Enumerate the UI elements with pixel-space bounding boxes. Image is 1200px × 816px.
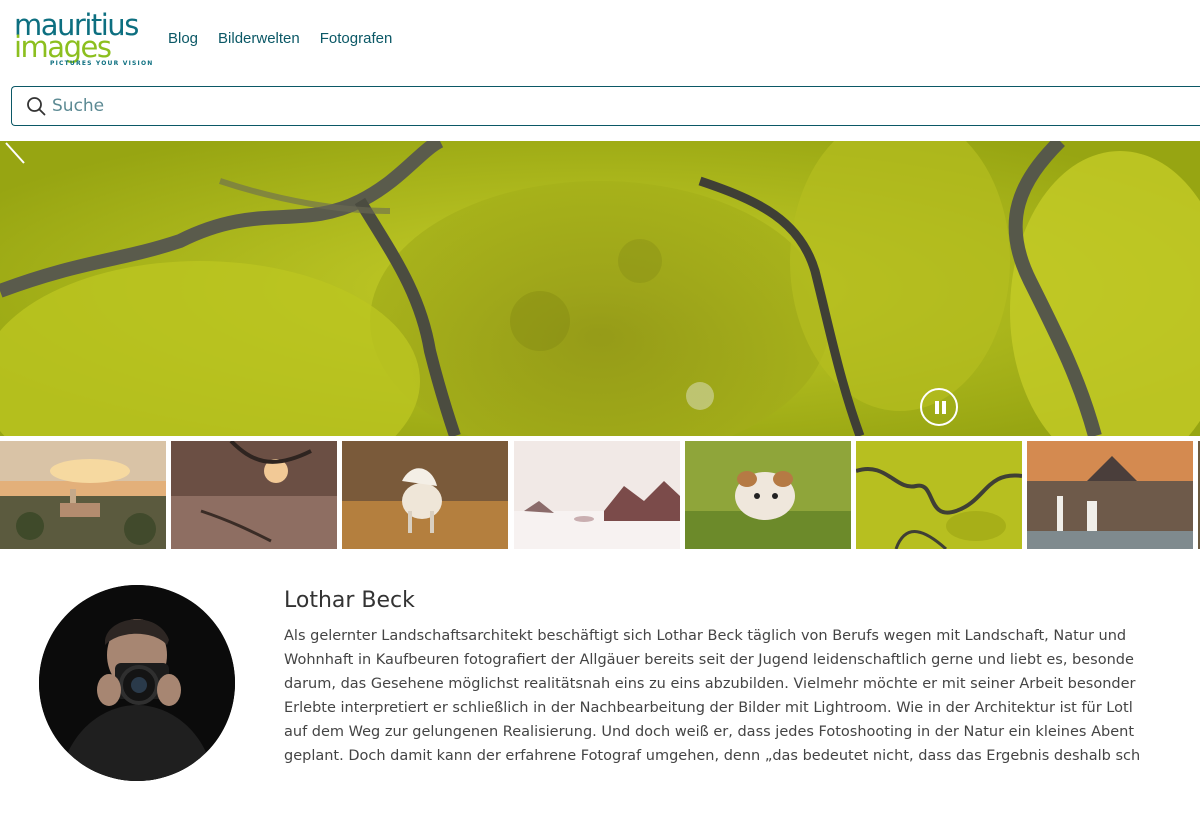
thumbnail-aerial-river[interactable]: [856, 441, 1022, 549]
search-icon[interactable]: [26, 96, 46, 116]
thumbnail-town-sunset[interactable]: [0, 441, 166, 549]
mauritius-images-logo[interactable]: mauritius images PICTURES YOUR VISION: [14, 11, 152, 69]
thumbnail-tree-lake[interactable]: [171, 441, 337, 549]
nav-link-blog[interactable]: Blog: [168, 30, 198, 47]
pause-button[interactable]: [920, 388, 958, 426]
bio-line: Als gelernter Landschaftsarchitekt besch…: [284, 628, 1127, 644]
nav-link-fotografen[interactable]: Fotografen: [320, 30, 393, 47]
bio-line: geplant. Doch damit kann der erfahrene F…: [284, 748, 1141, 764]
search-input[interactable]: [52, 92, 1152, 120]
nav-link-bilderwelten[interactable]: Bilderwelten: [218, 30, 300, 47]
pause-icon-bar: [942, 401, 946, 414]
photographer-bio: Als gelernter Landschaftsarchitekt besch…: [284, 624, 1200, 768]
bio-line: darum, das Gesehene möglichst realitätsn…: [284, 676, 1136, 692]
bio-line: Erlebte interpretiert er schließlich in …: [284, 700, 1133, 716]
bio-line: Wohnhaft in Kaufbeuren fotografiert der …: [284, 652, 1134, 668]
main-nav: Blog Bilderwelten Fotografen: [168, 30, 392, 47]
thumbnail-kirkjufell-waterfall[interactable]: [1027, 441, 1193, 549]
photographer-avatar: [39, 585, 235, 781]
chevron-left-icon[interactable]: [0, 141, 30, 171]
photographer-name: Lothar Beck: [284, 588, 415, 613]
search-bar: [11, 86, 1200, 126]
logo-text-line2: images: [14, 30, 112, 64]
site-header: mauritius images PICTURES YOUR VISION Bl…: [0, 0, 1200, 80]
hero-slideshow[interactable]: [0, 141, 1200, 436]
thumbnail-snowy-trees[interactable]: [514, 441, 680, 549]
logo-tagline: PICTURES YOUR VISION: [50, 60, 154, 67]
bio-line: auf dem Weg zur gelungenen Realisierung.…: [284, 724, 1134, 740]
thumbnail-horse-field[interactable]: [342, 441, 508, 549]
thumbnail-strip: [0, 441, 1200, 549]
pause-icon-bar: [935, 401, 939, 414]
hero-image-aerial-river: [0, 141, 1200, 436]
thumbnail-puppy-grass[interactable]: [685, 441, 851, 549]
